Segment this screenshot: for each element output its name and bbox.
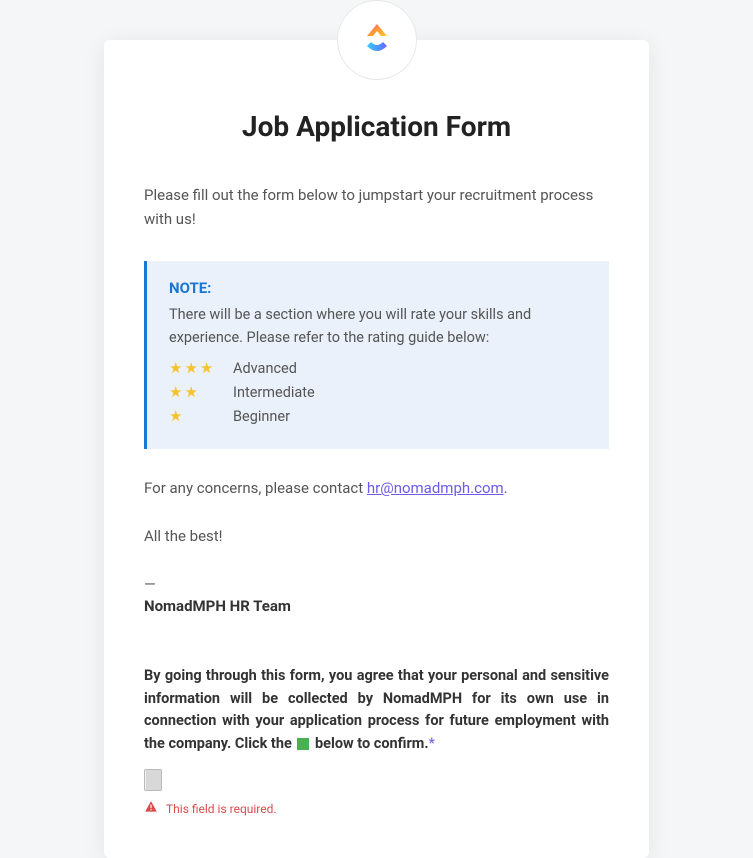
stars-3: ★ ★ ★ bbox=[169, 359, 229, 377]
note-description: There will be a section where you will r… bbox=[169, 303, 587, 349]
rating-label: Intermediate bbox=[233, 384, 315, 401]
rating-label: Advanced bbox=[233, 360, 297, 377]
note-box: NOTE: There will be a section where you … bbox=[144, 261, 609, 449]
brand-logo bbox=[337, 0, 417, 80]
signature-text: NomadMPH HR Team bbox=[144, 597, 609, 615]
warning-icon bbox=[144, 799, 158, 818]
rating-row-advanced: ★ ★ ★ Advanced bbox=[169, 359, 587, 377]
closing-text: All the best! bbox=[144, 527, 609, 545]
green-square-icon bbox=[297, 738, 309, 750]
consent-text: By going through this form, you agree th… bbox=[144, 665, 609, 755]
rating-row-intermediate: ★ ★ Intermediate bbox=[169, 383, 587, 401]
star-icon: ★ bbox=[200, 359, 213, 377]
contact-email-link[interactable]: hr@nomadmph.com bbox=[367, 479, 504, 497]
error-row: This field is required. bbox=[144, 799, 609, 818]
contact-suffix: . bbox=[504, 479, 508, 497]
intro-text: Please fill out the form below to jumpst… bbox=[144, 183, 609, 231]
signature-dash: — bbox=[144, 575, 609, 593]
page-title: Job Application Form bbox=[144, 110, 609, 143]
form-card: Job Application Form Please fill out the… bbox=[104, 40, 649, 858]
clickup-logo-icon bbox=[357, 20, 397, 60]
consent-part2: below to confirm. bbox=[315, 735, 429, 752]
star-icon: ★ bbox=[184, 383, 197, 401]
stars-1: ★ bbox=[169, 407, 229, 425]
consent-checkbox[interactable] bbox=[144, 769, 162, 791]
rating-label: Beginner bbox=[233, 408, 290, 425]
contact-prefix: For any concerns, please contact bbox=[144, 479, 367, 497]
star-icon: ★ bbox=[184, 359, 197, 377]
note-title: NOTE: bbox=[169, 279, 587, 297]
star-icon: ★ bbox=[169, 407, 182, 425]
stars-2: ★ ★ bbox=[169, 383, 229, 401]
star-icon: ★ bbox=[169, 383, 182, 401]
star-icon: ★ bbox=[169, 359, 182, 377]
contact-text: For any concerns, please contact hr@noma… bbox=[144, 479, 609, 497]
required-asterisk: * bbox=[429, 735, 435, 752]
rating-row-beginner: ★ Beginner bbox=[169, 407, 587, 425]
